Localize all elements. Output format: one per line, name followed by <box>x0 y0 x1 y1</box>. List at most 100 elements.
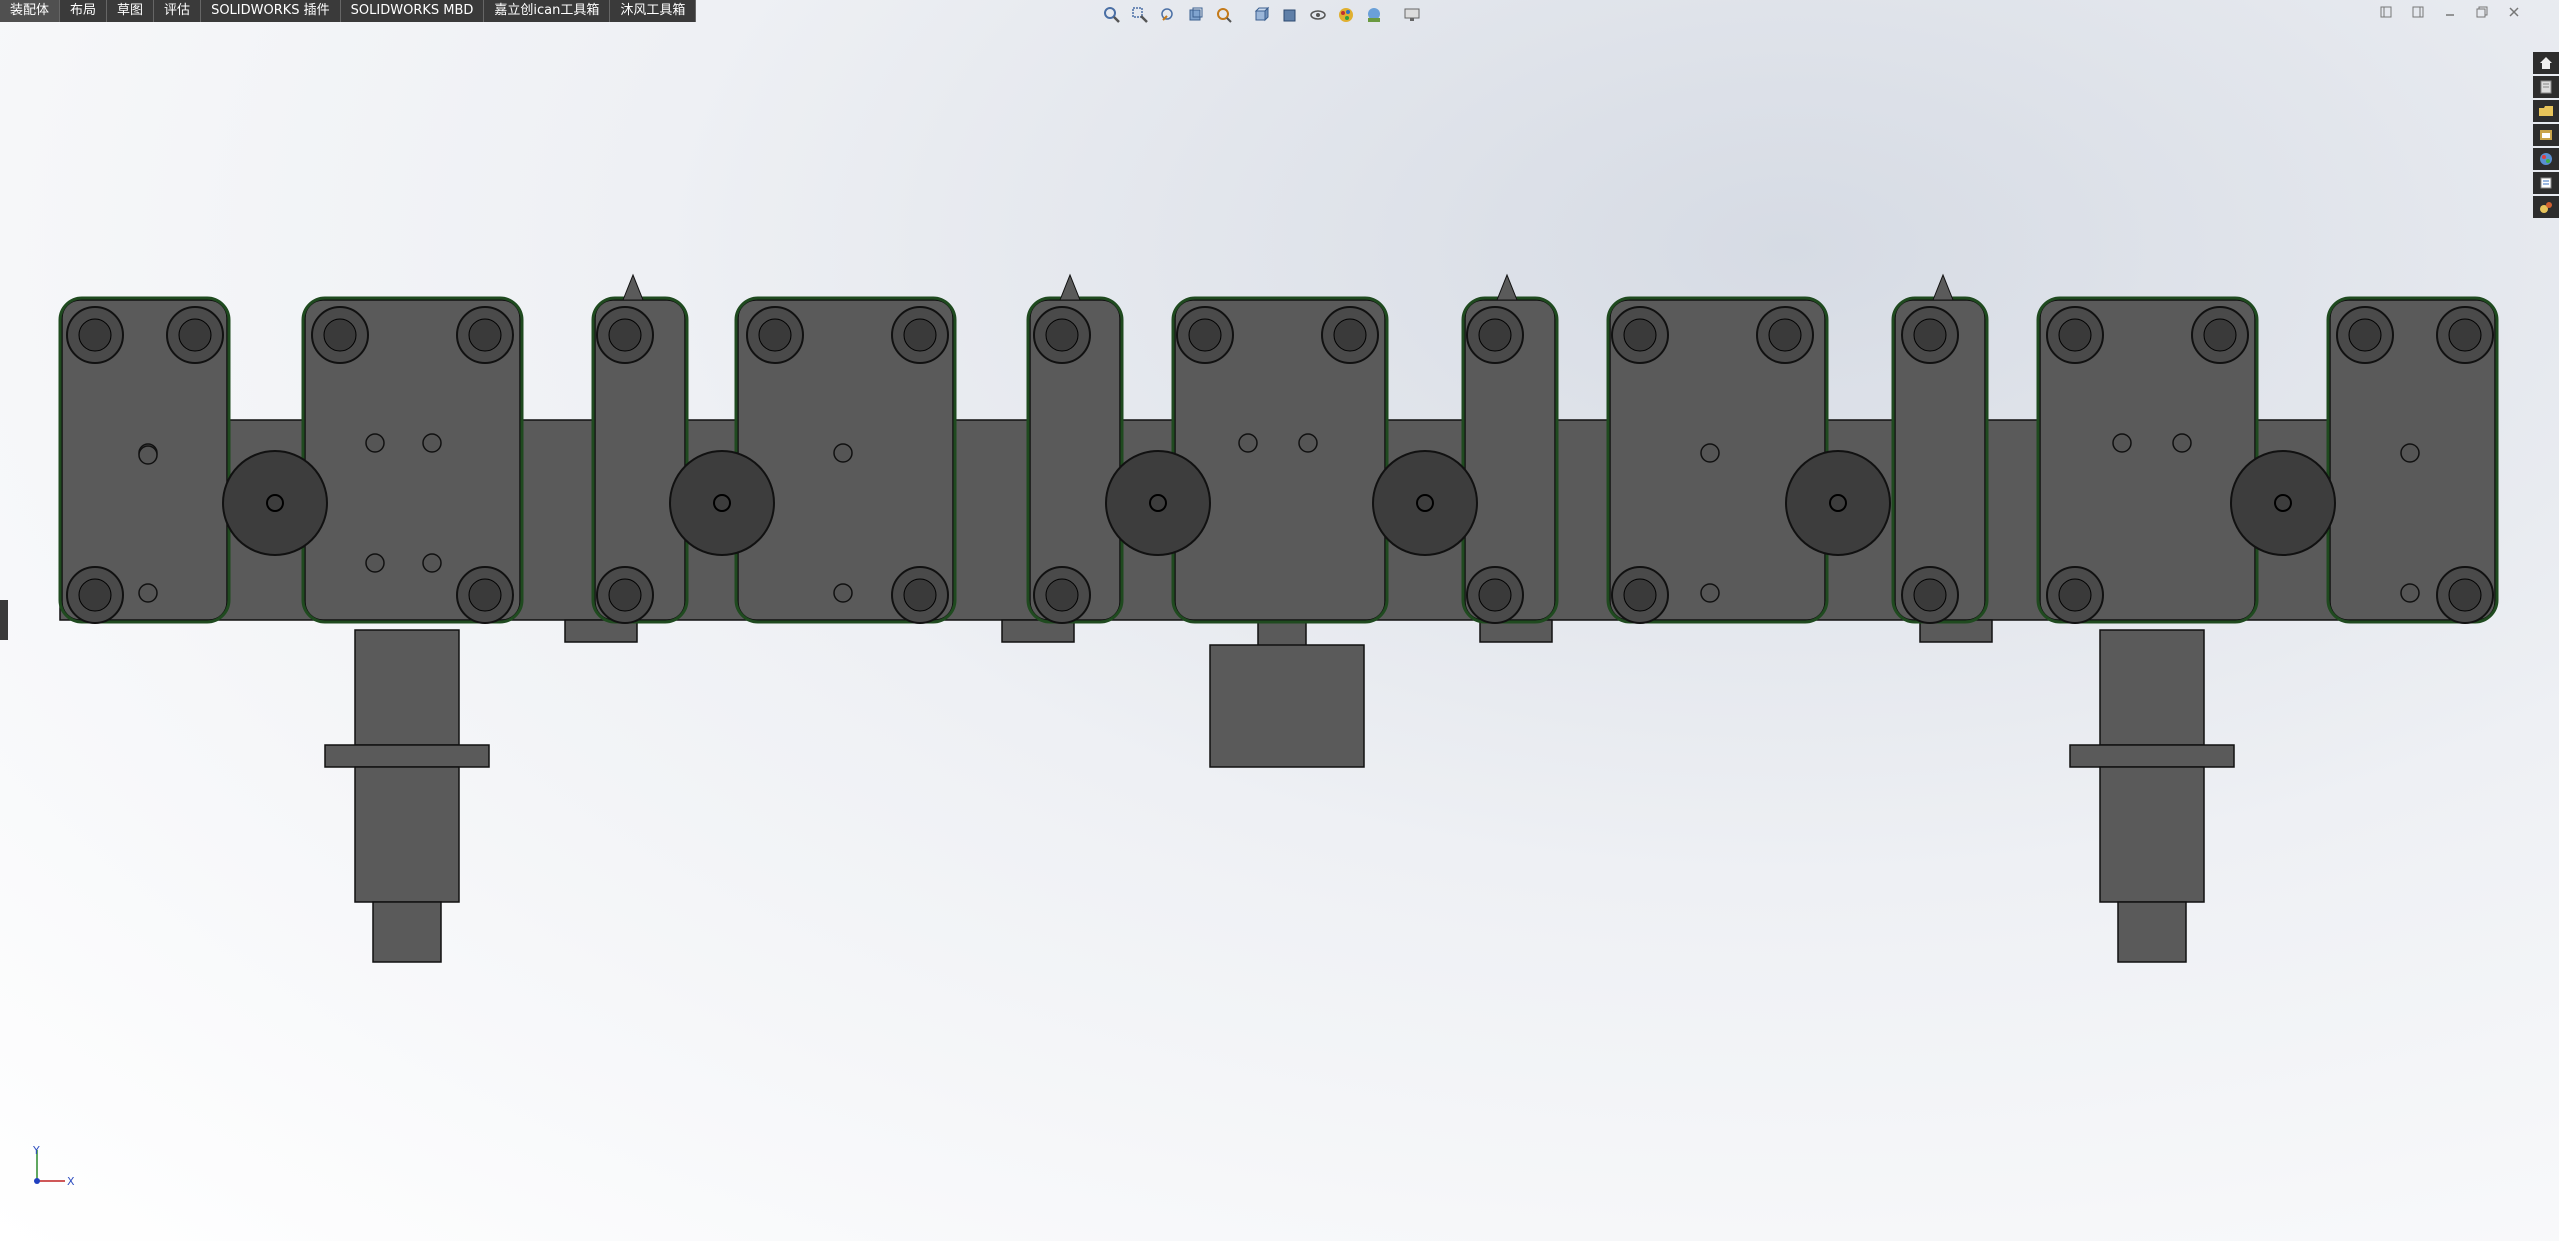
task-pane-tabs <box>2533 52 2559 218</box>
drive-pulley <box>1105 450 1211 556</box>
edit-appearance-icon[interactable] <box>1334 4 1358 26</box>
tab-layout[interactable]: 布局 <box>60 0 108 22</box>
drive-pulley <box>2230 450 2336 556</box>
needle-tip <box>622 273 644 301</box>
fastener-hole <box>2172 433 2192 453</box>
lower-mount-body <box>2099 766 2205 903</box>
pulley-hub <box>2058 318 2092 352</box>
triad-x-label: X <box>67 1175 75 1188</box>
tab-solidworks-mbd[interactable]: SOLIDWORKS MBD <box>341 0 485 22</box>
minimize-icon[interactable] <box>2441 4 2459 20</box>
tile-pane-icon[interactable] <box>2409 4 2427 20</box>
fastener-hole <box>2400 443 2420 463</box>
lower-mount-column <box>354 629 460 746</box>
tab-mufeng-toolbox[interactable]: 沐风工具箱 <box>610 0 697 22</box>
pulley-hub <box>2348 318 2382 352</box>
needle-tip <box>1932 273 1954 301</box>
pulley-hub <box>2448 318 2482 352</box>
pulley-hub <box>1768 318 1802 352</box>
fastener-hole <box>422 553 442 573</box>
pulley-hub <box>758 318 792 352</box>
drive-pulley <box>222 450 328 556</box>
pulley-hub <box>178 318 212 352</box>
fastener-hole <box>833 583 853 603</box>
lower-mount-shaft <box>372 901 442 963</box>
close-icon[interactable] <box>2505 4 2523 20</box>
pulley-hub <box>903 578 937 612</box>
pulley-hub <box>1478 318 1512 352</box>
pulley-hub <box>1045 318 1079 352</box>
display-style-icon[interactable] <box>1278 4 1302 26</box>
pulley-hub <box>1913 578 1947 612</box>
fastener-hole <box>1298 433 1318 453</box>
hide-show-items-icon[interactable] <box>1306 4 1330 26</box>
lower-mount-flange <box>2069 744 2235 768</box>
fastener-hole <box>2400 583 2420 603</box>
zoom-to-area-icon[interactable] <box>1128 4 1152 26</box>
pulley-hub <box>608 578 642 612</box>
restore-icon[interactable] <box>2473 4 2491 20</box>
needle-tip <box>1059 273 1081 301</box>
tab-solidworks-addins[interactable]: SOLIDWORKS 插件 <box>201 0 341 22</box>
pulley-hub <box>608 318 642 352</box>
file-explorer-icon[interactable] <box>2533 124 2559 146</box>
view-orientation-icon[interactable] <box>1250 4 1274 26</box>
pulley-hub <box>2203 318 2237 352</box>
drive-pulley <box>1785 450 1891 556</box>
home-icon[interactable] <box>2533 52 2559 74</box>
heads-up-view-toolbar <box>1100 2 1424 28</box>
graphics-area-assembly-model[interactable] <box>0 0 2559 1241</box>
appearances-icon[interactable] <box>2533 172 2559 194</box>
fastener-hole <box>422 433 442 453</box>
pulley-hub <box>1623 578 1657 612</box>
needle-tip <box>1496 273 1518 301</box>
command-manager-tabs: 装配体 布局 草图 评估 SOLIDWORKS 插件 SOLIDWORKS MB… <box>0 0 697 22</box>
tab-sketch[interactable]: 草图 <box>107 0 155 22</box>
lower-mount-body <box>354 766 460 903</box>
apply-scene-icon[interactable] <box>1362 4 1386 26</box>
lower-mount-shaft <box>2117 901 2187 963</box>
lower-mount-flange <box>324 744 490 768</box>
tab-evaluate[interactable]: 评估 <box>154 0 202 22</box>
fastener-hole <box>138 583 158 603</box>
pulley-hub <box>78 318 112 352</box>
triad-y-label: Y <box>33 1144 40 1157</box>
window-controls <box>2377 4 2523 20</box>
tab-assembly[interactable]: 装配体 <box>0 0 61 22</box>
drive-pulley <box>669 450 775 556</box>
pulley-hub <box>1478 578 1512 612</box>
pulley-hub <box>2058 578 2092 612</box>
pulley-hub <box>468 318 502 352</box>
triad-origin <box>34 1178 40 1184</box>
pulley-hub <box>903 318 937 352</box>
drive-pulley <box>1372 450 1478 556</box>
zoom-to-fit-icon[interactable] <box>1100 4 1124 26</box>
previous-view-icon[interactable] <box>1156 4 1180 26</box>
restore-pane-icon[interactable] <box>2377 4 2395 20</box>
pulley-hub <box>1045 578 1079 612</box>
fastener-hole <box>365 553 385 573</box>
pulley-hub <box>2448 578 2482 612</box>
pulley-hub <box>323 318 357 352</box>
pulley-hub <box>468 578 502 612</box>
feature-manager-flyout-handle[interactable] <box>0 600 8 640</box>
tab-jlc-toolbox[interactable]: 嘉立创ican工具箱 <box>484 0 611 22</box>
pulley-hub <box>1333 318 1367 352</box>
fastener-hole <box>1238 433 1258 453</box>
fastener-hole <box>1700 583 1720 603</box>
fastener-hole <box>138 445 158 465</box>
view-palette-icon[interactable] <box>2533 148 2559 170</box>
design-library-icon[interactable] <box>2533 100 2559 122</box>
fastener-hole <box>365 433 385 453</box>
resources-icon[interactable] <box>2533 76 2559 98</box>
fastener-hole <box>833 443 853 463</box>
motor-body <box>1209 644 1365 768</box>
view-settings-icon[interactable] <box>1400 4 1424 26</box>
pulley-hub <box>1623 318 1657 352</box>
pulley-hub <box>78 578 112 612</box>
dynamic-annotation-icon[interactable] <box>1212 4 1236 26</box>
fastener-hole <box>2112 433 2132 453</box>
section-view-icon[interactable] <box>1184 4 1208 26</box>
lower-mount-column <box>2099 629 2205 746</box>
custom-properties-icon[interactable] <box>2533 196 2559 218</box>
